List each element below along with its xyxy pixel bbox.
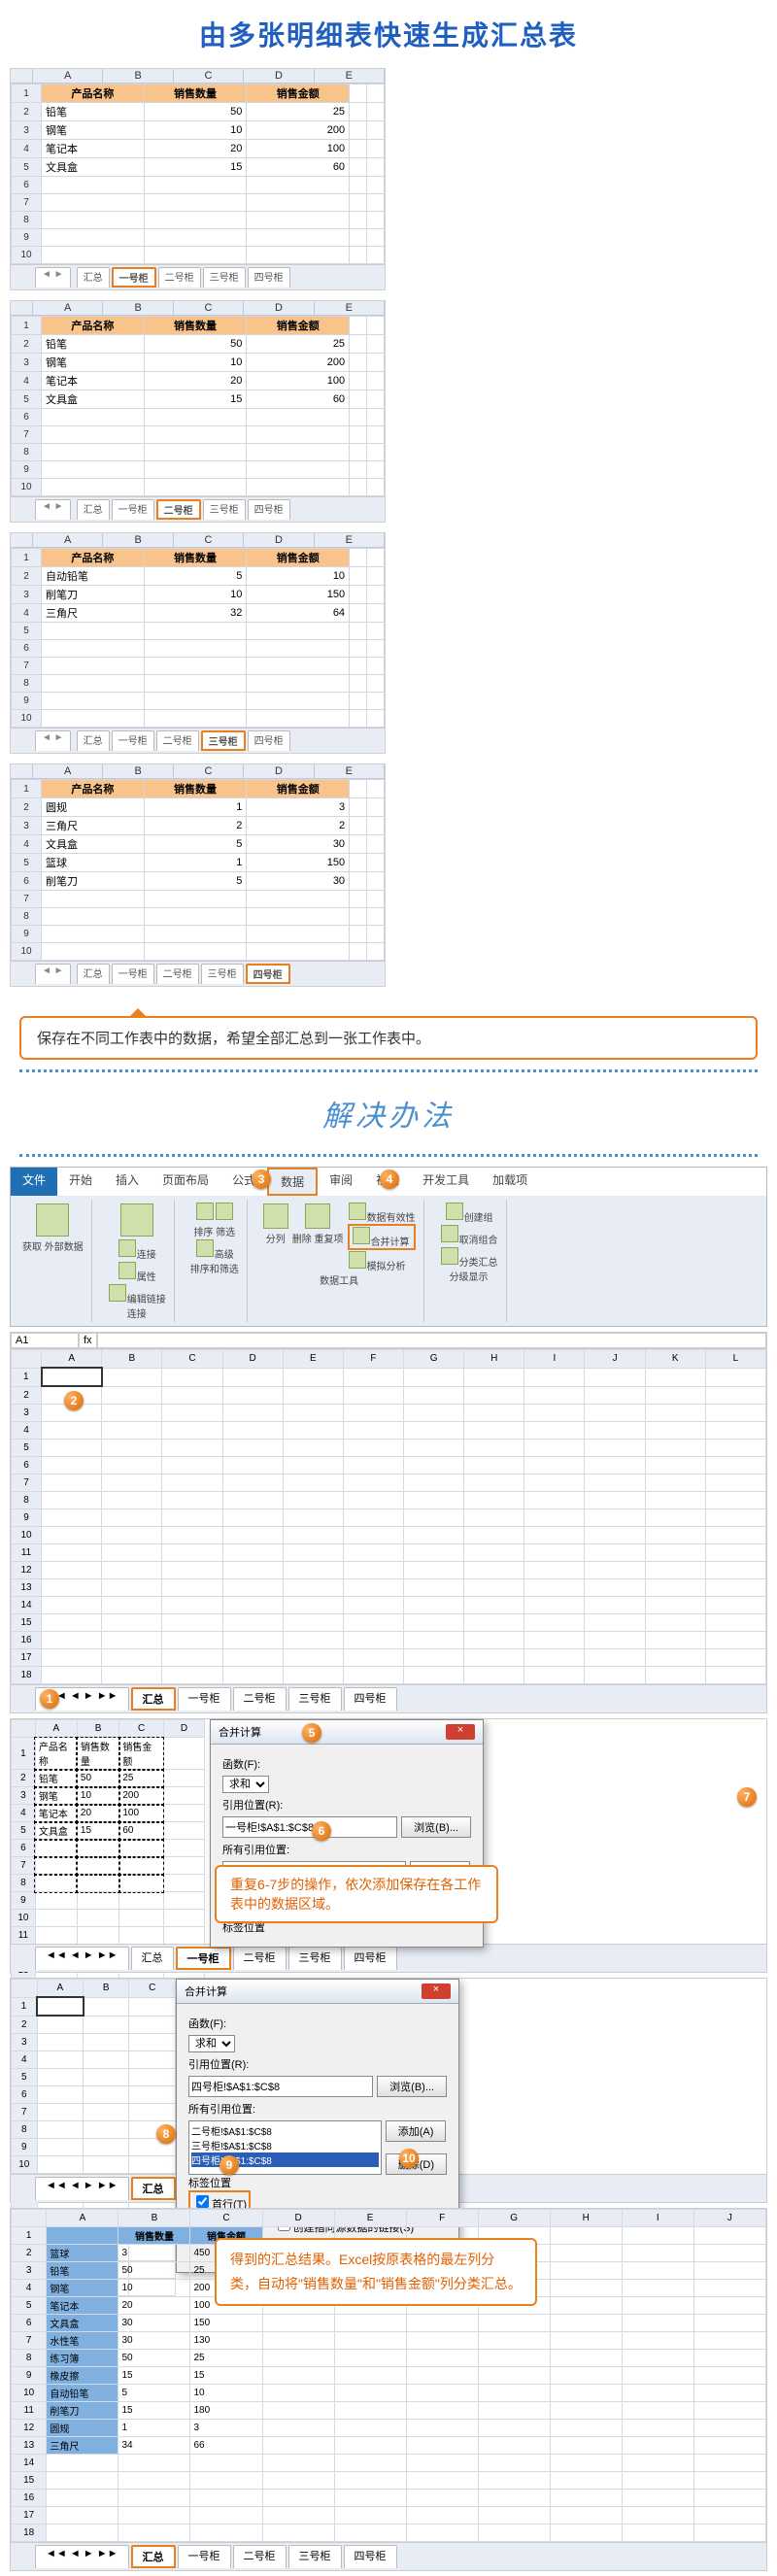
sheet-tab[interactable]: 一号柜 [112, 499, 154, 520]
ribbon-group-connections: 连接 属性 编辑链接 连接 [100, 1200, 175, 1322]
tab-summary[interactable]: 汇总 [131, 1687, 176, 1711]
marker-1: 1 [40, 1689, 59, 1709]
sheet-tab[interactable]: 二号柜 [156, 499, 201, 520]
ribbon: 文件 开始 插入 页面布局 公式 数据 审阅 视图 开发工具 加载项 获取 外部… [10, 1167, 767, 1327]
tab-sheet1[interactable]: 一号柜 [178, 1687, 231, 1711]
cb-first-row[interactable] [196, 2195, 209, 2208]
result-tip: 得到的汇总结果。Excel按原表格的最左列分类，自动将"销售数量"和"销售金额"… [215, 2238, 537, 2306]
fn-select[interactable]: 求和 [188, 2035, 235, 2052]
ribbon-tab-data[interactable]: 数据 [267, 1168, 318, 1196]
sheet-tab[interactable]: 四号柜 [246, 964, 290, 984]
fn-label: 函数(F): [222, 1756, 471, 1772]
sheet-tab[interactable]: 四号柜 [248, 499, 290, 520]
marker-6: 6 [312, 1821, 331, 1841]
sheet-tab[interactable]: 二号柜 [156, 730, 199, 751]
tab-sheet2[interactable]: 二号柜 [233, 2545, 287, 2568]
ribbon-group-external: 获取 外部数据 [15, 1200, 92, 1322]
fn-select[interactable]: 求和 [222, 1776, 269, 1793]
ribbon-group-sort: 排序 筛选 高级 排序和筛选 [183, 1200, 248, 1322]
name-box[interactable]: A1 [11, 1333, 79, 1348]
ref-input[interactable] [188, 2076, 373, 2097]
tab-sheet1[interactable]: 一号柜 [178, 2545, 231, 2568]
tab-sheet1[interactable]: 一号柜 [176, 1947, 231, 1970]
ribbon-tab[interactable]: 插入 [104, 1168, 151, 1196]
quad-sheets: ABCDE1产品名称销售数量销售金额2铅笔50253钢笔102004笔记本201… [0, 68, 777, 987]
marker-9: 9 [220, 2155, 239, 2175]
ribbon-group-outline: 创建组 取消组合 分类汇总 分级显示 [432, 1200, 507, 1322]
sheet-tab[interactable]: 三号柜 [201, 964, 244, 984]
sheet-tab[interactable]: 一号柜 [112, 964, 154, 984]
sheet-tab[interactable]: 汇总 [77, 499, 110, 520]
sheet-tab[interactable]: 汇总 [77, 964, 110, 984]
marker-8: 8 [156, 2124, 176, 2144]
tab-sheet2[interactable]: 二号柜 [233, 1947, 287, 1970]
tab-nav-icon[interactable]: ◄◄ ◄ ► ►► [35, 2177, 129, 2200]
callout-problem: 保存在不同工作表中的数据，希望全部汇总到一张工作表中。 [19, 1016, 758, 1060]
browse-button[interactable]: 浏览(B)... [401, 1816, 471, 1838]
tab-sheet3[interactable]: 三号柜 [288, 1947, 342, 1970]
browse-button[interactable]: 浏览(B)... [377, 2076, 447, 2097]
sheet-tabs-step1: ◄◄ ◄ ► ►► 汇总 一号柜 二号柜 三号柜 四号柜 [11, 1684, 766, 1712]
marker-5: 5 [302, 1723, 321, 1743]
tab-sheet4[interactable]: 四号柜 [344, 1947, 397, 1970]
tab-sheet3[interactable]: 三号柜 [288, 1687, 342, 1711]
add-button[interactable]: 添加(A) [386, 2120, 447, 2142]
tab-nav-icon[interactable]: ◄◄ ◄ ► ►► [35, 1947, 129, 1970]
sheet-tab[interactable]: 四号柜 [248, 267, 290, 288]
fx-icon[interactable]: fx [79, 1333, 97, 1348]
tab-sheet2[interactable]: 二号柜 [233, 1687, 287, 1711]
tab-summary[interactable]: 汇总 [131, 2177, 176, 2200]
close-icon[interactable]: × [446, 1724, 475, 1740]
ribbon-tab[interactable]: 页面布局 [151, 1168, 220, 1196]
sheet-tab[interactable]: 汇总 [77, 730, 110, 751]
close-icon[interactable]: × [422, 1983, 451, 1999]
grid-step1: A1fx ABCDEFGHIJKL12345678910111213141516… [10, 1332, 767, 1713]
tab-nav-icon[interactable]: ◄◄ ◄ ► ►► [35, 2545, 129, 2568]
ribbon-tab[interactable]: 开始 [57, 1168, 104, 1196]
mini-sheet-1: ABCDE1产品名称销售数量销售金额2铅笔50253钢笔102004笔记本201… [10, 68, 386, 290]
sheet-tab[interactable]: 一号柜 [112, 730, 154, 751]
all-label: 所有引用位置: [222, 1842, 471, 1857]
tab-sheet4[interactable]: 四号柜 [344, 1687, 397, 1711]
ref-label: 引用位置(R): [222, 1797, 471, 1813]
dialog-title: 合并计算 [219, 1724, 261, 1740]
tip-repeat: 重复6-7步的操作，依次添加保存在各工作表中的数据区域。 [215, 1865, 498, 1923]
sheet-tabs-marquee: ◄◄ ◄ ► ►► 汇总 一号柜 二号柜 三号柜 四号柜 [11, 1944, 766, 1972]
tab-summary[interactable]: 汇总 [131, 2545, 176, 2568]
marker-2: 2 [64, 1391, 84, 1410]
tab-sheet4[interactable]: 四号柜 [344, 2545, 397, 2568]
consolidate-button[interactable]: 合并计算 [348, 1224, 416, 1250]
ribbon-group-datatools: 分列 删除 重复项 数据有效性 合并计算 模拟分析 数据工具 [255, 1200, 424, 1322]
sheet-tab[interactable]: 四号柜 [248, 730, 290, 751]
section-title-solution: 解决办法 [0, 1082, 777, 1144]
ribbon-tab-file[interactable]: 文件 [11, 1168, 57, 1196]
sheet-tab[interactable]: 二号柜 [156, 964, 199, 984]
marker-7: 7 [737, 1787, 757, 1807]
dialog-title: 合并计算 [185, 1983, 227, 1999]
sheet-tab[interactable]: 三号柜 [203, 499, 246, 520]
tab-summary[interactable]: 汇总 [131, 1947, 174, 1970]
result-grid-area: ABCDEFGHIJ1销售数量销售金额2篮球34503铅笔50254钢笔1020… [10, 2208, 767, 2571]
sheet-tab[interactable]: 三号柜 [201, 730, 246, 751]
sheet-tab[interactable]: 汇总 [77, 267, 110, 288]
ribbon-tab[interactable]: 加载项 [481, 1168, 539, 1196]
page-title: 由多张明细表快速生成汇总表 [0, 0, 777, 68]
all-refs-list[interactable]: 二号柜!$A$1:$C$8 三号柜!$A$1:$C$8 四号柜!$A$1:$C$… [188, 2120, 382, 2175]
tab-sheet3[interactable]: 三号柜 [288, 2545, 342, 2568]
mini-sheet-2: ABCDE1产品名称销售数量销售金额2铅笔50253钢笔102004笔记本201… [10, 300, 386, 523]
mini-sheet-4: ABCDE1产品名称销售数量销售金额2圆规133三角尺224文具盒5305篮球1… [10, 763, 386, 987]
sheet-tab[interactable]: 三号柜 [203, 267, 246, 288]
sheet-tab[interactable]: 二号柜 [158, 267, 201, 288]
sheet-tabs-result: ◄◄ ◄ ► ►► 汇总 一号柜 二号柜 三号柜 四号柜 [11, 2542, 766, 2570]
ribbon-tab[interactable]: 审阅 [318, 1168, 364, 1196]
ref-input[interactable] [222, 1816, 397, 1838]
ribbon-tab[interactable]: 开发工具 [411, 1168, 481, 1196]
mini-sheet-3: ABCDE1产品名称销售数量销售金额2自动铅笔5103削笔刀101504三角尺3… [10, 532, 386, 754]
marker-3: 3 [252, 1169, 271, 1189]
marker-10: 10 [399, 2149, 419, 2168]
formula-bar[interactable] [97, 1333, 766, 1348]
marker-4: 4 [380, 1169, 399, 1189]
sheet-tab[interactable]: 一号柜 [112, 267, 156, 288]
